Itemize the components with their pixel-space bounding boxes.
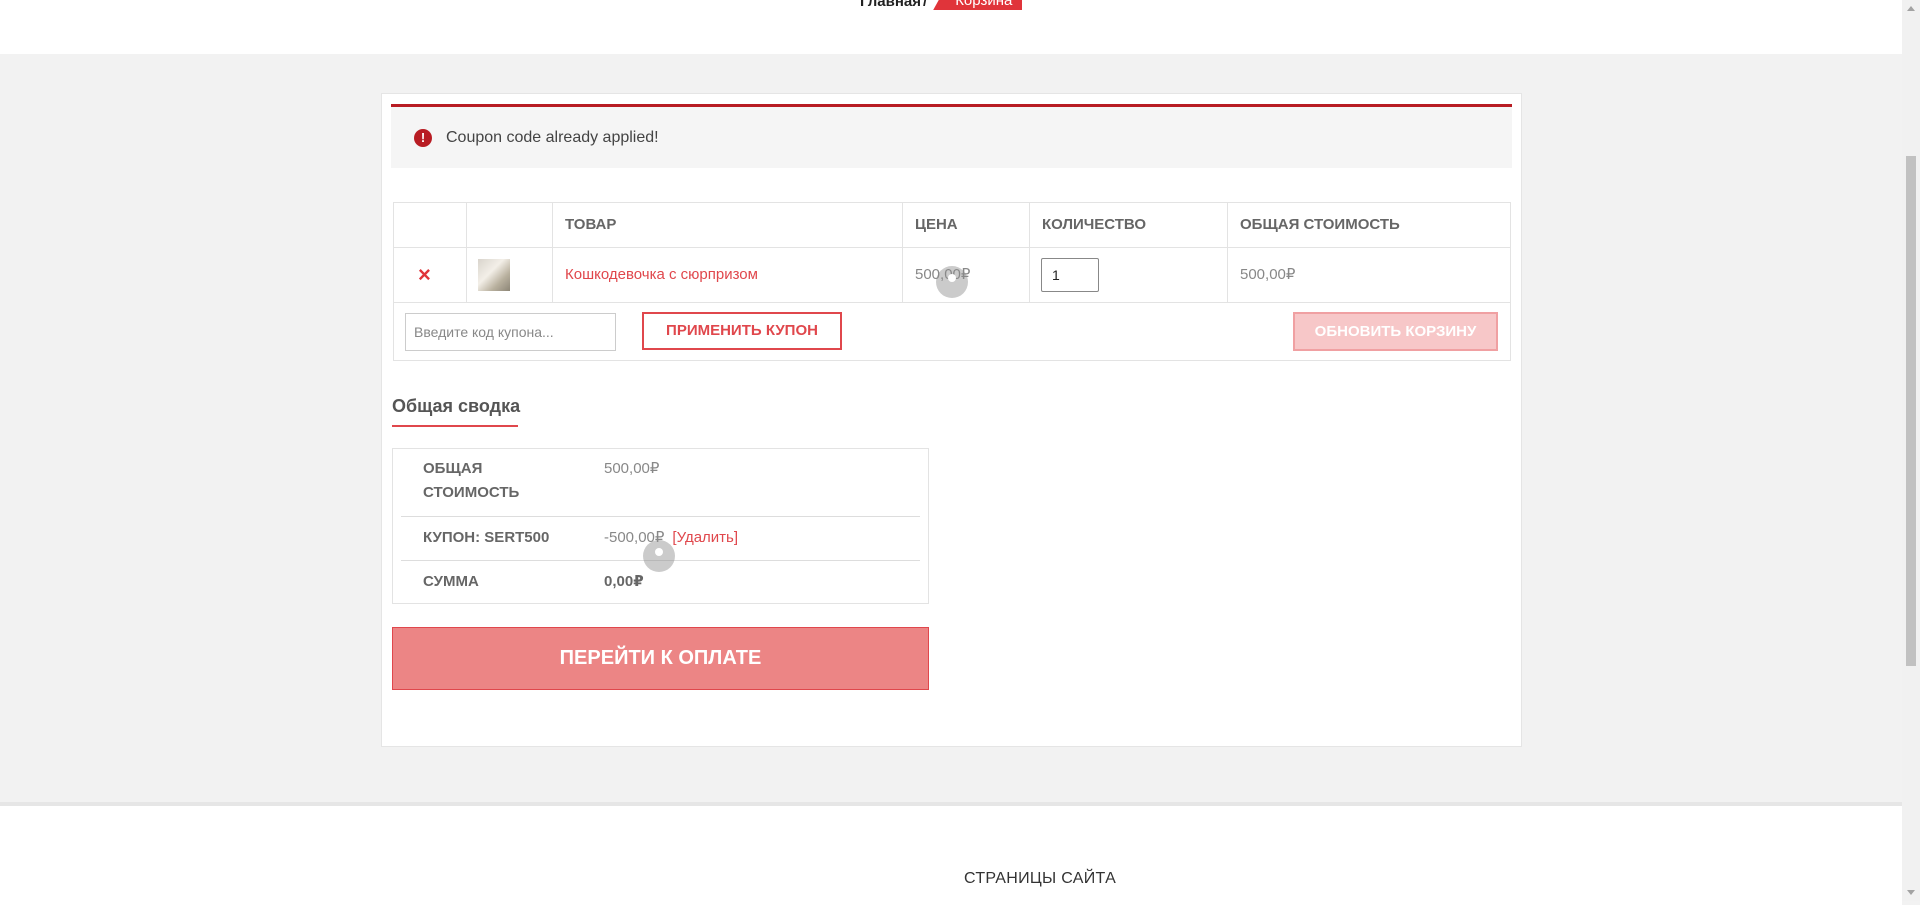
subtotal-value: 500,00₽	[604, 460, 660, 477]
remove-item-icon[interactable]: ×	[418, 247, 431, 302]
column-divider	[466, 203, 467, 302]
scroll-down-arrow-icon[interactable]	[1907, 890, 1915, 895]
header-price: ЦЕНА	[915, 216, 958, 233]
proceed-to-checkout-button[interactable]: ПЕРЕЙТИ К ОПЛАТЕ	[392, 627, 929, 690]
subtotal-row: ОБЩАЯ СТОИМОСТЬ 500,00₽	[401, 449, 920, 517]
subtotal-label-line-1: ОБЩАЯ	[423, 460, 483, 477]
total-value: 0,00₽	[604, 573, 644, 590]
scroll-up-arrow-icon[interactable]	[1907, 6, 1915, 11]
footer-pages-title: СТРАНИЦЫ САЙТА	[964, 870, 1117, 887]
page-scrollbar[interactable]	[1902, 0, 1920, 901]
coupon-code-input[interactable]: Введите код купона...	[405, 313, 616, 351]
remove-coupon-link[interactable]: [Удалить]	[672, 529, 738, 546]
apply-coupon-button[interactable]: ПРИМЕНИТЬ КУПОН	[642, 312, 842, 350]
site-footer	[0, 802, 1902, 905]
header-subtotal: ОБЩАЯ СТОИМОСТЬ	[1240, 216, 1400, 233]
coupon-label: КУПОН: SERT500	[423, 529, 550, 546]
column-divider	[552, 203, 553, 302]
cart-totals-table: ОБЩАЯ СТОИМОСТЬ 500,00₽ КУПОН: SERT500 -…	[392, 448, 929, 604]
summary-title: Общая сводка	[392, 396, 521, 416]
breadcrumb-home-link[interactable]: Главная	[860, 0, 921, 10]
header-product: ТОВАР	[565, 216, 617, 233]
top-header: Главная / Корзина	[0, 0, 1902, 54]
alert-circle-icon: !	[414, 128, 432, 147]
column-divider	[1029, 203, 1030, 302]
breadcrumb-separator: /	[923, 0, 928, 10]
column-divider	[902, 203, 903, 302]
breadcrumb: Главная / Корзина	[860, 0, 1023, 10]
header-quantity: КОЛИЧЕСТВО	[1042, 216, 1147, 233]
error-notice: ! Coupon code already applied!	[391, 104, 1512, 168]
total-label: СУММА	[423, 573, 479, 590]
summary-title-underline	[392, 425, 518, 427]
product-name-link[interactable]: Кошкодевочка с сюрпризом	[565, 247, 758, 302]
loading-spinner-icon	[936, 266, 968, 298]
product-thumbnail[interactable]	[478, 259, 510, 291]
subtotal-label: ОБЩАЯ СТОИМОСТЬ	[423, 457, 519, 505]
column-divider	[1227, 203, 1228, 302]
scrollbar-thumb[interactable]	[1906, 156, 1916, 666]
update-cart-button[interactable]: ОБНОВИТЬ КОРЗИНУ	[1293, 312, 1498, 351]
subtotal-label-line-2: СТОИМОСТЬ	[423, 484, 520, 501]
quantity-input[interactable]: 1	[1041, 258, 1099, 292]
breadcrumb-current: Корзина	[933, 0, 1023, 10]
notice-text: Coupon code already applied!	[446, 128, 659, 146]
item-subtotal: 500,00₽	[1240, 266, 1296, 283]
loading-spinner-icon	[643, 540, 675, 572]
